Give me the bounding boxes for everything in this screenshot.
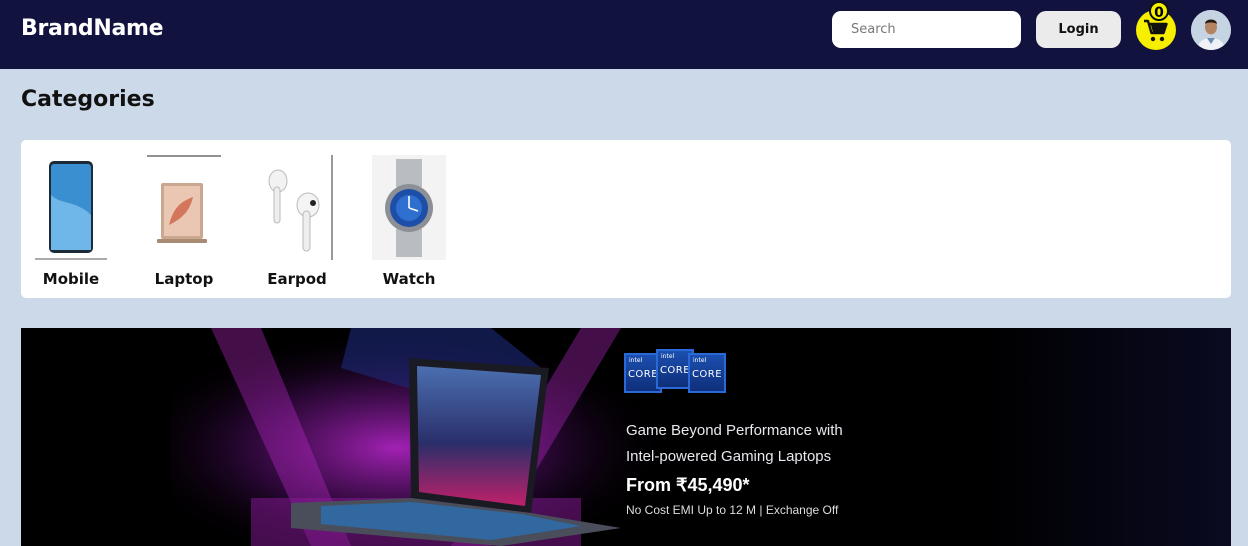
promo-banner[interactable]: intel CORE intel CORE intel CORE Game Beyon… bbox=[21, 328, 1231, 546]
category-earpod[interactable]: Earpod bbox=[252, 155, 342, 288]
category-laptop[interactable]: Laptop bbox=[139, 155, 229, 288]
earpods-image bbox=[261, 155, 333, 260]
banner-copy: Game Beyond Performance with Intel-power… bbox=[626, 418, 843, 517]
banner-headline-line1: Game Beyond Performance with bbox=[626, 422, 843, 439]
category-label: Laptop bbox=[154, 270, 214, 288]
categories-panel: Mobile Laptop Earpod Watch bbox=[21, 140, 1231, 298]
banner-price: From ₹45,490* bbox=[626, 475, 750, 495]
category-mobile[interactable]: Mobile bbox=[26, 155, 116, 288]
banner-headline-line2: Intel-powered Gaming Laptops bbox=[626, 448, 832, 465]
category-label: Watch bbox=[382, 270, 436, 288]
cart-count-badge: 0 bbox=[1149, 1, 1169, 21]
categories-heading: Categories bbox=[21, 87, 155, 112]
login-button[interactable]: Login bbox=[1036, 11, 1121, 48]
category-label: Earpod bbox=[267, 270, 327, 288]
top-navbar: BrandName Login 0 bbox=[0, 0, 1248, 69]
intel-core-badge: intel CORE bbox=[688, 353, 726, 393]
banner-emi: No Cost EMI Up to 12 M | Exchange Off bbox=[626, 503, 839, 517]
user-avatar[interactable] bbox=[1191, 10, 1231, 50]
category-watch[interactable]: Watch bbox=[364, 155, 454, 288]
mobile-phone-image bbox=[35, 155, 107, 260]
laptop-image bbox=[147, 155, 221, 260]
category-label: Mobile bbox=[42, 270, 100, 288]
shopping-cart-icon bbox=[1144, 19, 1168, 42]
brand-logo[interactable]: BrandName bbox=[21, 16, 164, 41]
search-input[interactable] bbox=[832, 11, 1021, 48]
wristwatch-image bbox=[372, 155, 446, 260]
